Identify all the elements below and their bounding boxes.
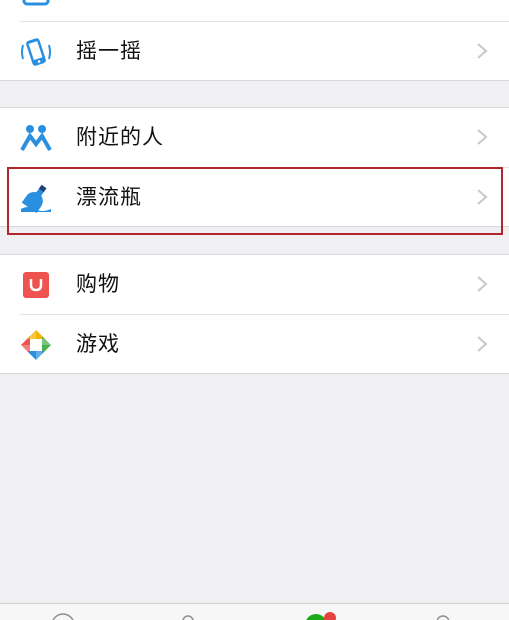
menu-item-label: 购物 — [76, 272, 120, 296]
menu-item-shake[interactable]: 摇一摇 — [0, 22, 509, 80]
menu-item-label: 附近的人 — [76, 125, 164, 149]
shopping-bag-icon — [20, 269, 52, 301]
chevron-right-icon — [475, 42, 489, 60]
chevron-right-icon — [475, 188, 489, 206]
menu-item-games[interactable]: 游戏 — [0, 315, 509, 373]
chevron-right-icon — [475, 335, 489, 353]
menu-item-label: 漂流瓶 — [76, 185, 142, 209]
menu-item-scan[interactable]: 扫一扫 — [0, 0, 509, 20]
chevron-right-icon — [475, 128, 489, 146]
menu-group-3: 购物 游戏 — [0, 254, 509, 374]
menu-item-label: 摇一摇 — [76, 39, 142, 63]
menu-item-drift-bottle[interactable]: 漂流瓶 — [0, 168, 509, 226]
drift-bottle-icon — [20, 182, 52, 214]
games-icon — [20, 329, 52, 361]
chevron-right-icon — [475, 275, 489, 293]
menu-group-1: 扫一扫 摇一摇 — [0, 0, 509, 81]
menu-item-people-nearby[interactable]: 附近的人 — [0, 108, 509, 166]
menu-item-label: 游戏 — [76, 332, 120, 356]
menu-item-label: 扫一扫 — [76, 0, 142, 20]
shake-phone-icon — [20, 36, 52, 68]
menu-item-shopping[interactable]: 购物 — [0, 255, 509, 313]
people-nearby-icon — [20, 122, 52, 154]
scan-icon — [20, 0, 52, 8]
bottom-tab-bar — [0, 603, 509, 620]
menu-group-2: 附近的人 漂流瓶 — [0, 107, 509, 227]
